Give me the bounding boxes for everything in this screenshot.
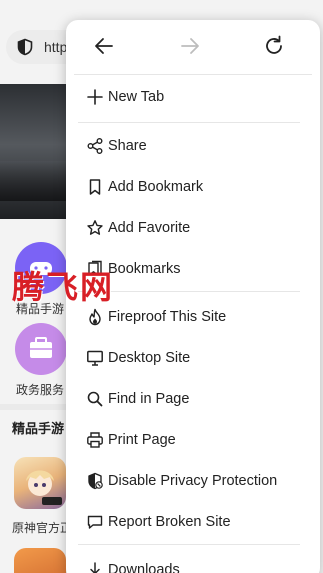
menu-divider xyxy=(74,74,312,75)
app-label-government: 政务服务 xyxy=(16,383,65,397)
menu-nav-row xyxy=(66,20,320,74)
menu-item-print-page[interactable]: Print Page xyxy=(66,420,320,460)
menu-item-label: Share xyxy=(108,138,147,154)
briefcase-app-icon[interactable] xyxy=(15,323,67,375)
game-icon-partial[interactable] xyxy=(14,548,66,573)
printer-icon xyxy=(86,431,104,449)
menu-item-label: Bookmarks xyxy=(108,261,181,277)
menu-item-desktop-site[interactable]: Desktop Site xyxy=(66,338,320,378)
game-label: 原神官方正 xyxy=(12,521,73,535)
menu-divider xyxy=(78,122,300,123)
shield-off-icon xyxy=(86,472,104,490)
genshin-game-icon[interactable] xyxy=(14,457,66,509)
menu-item-label: Downloads xyxy=(108,562,180,573)
arrow-left-icon[interactable] xyxy=(92,34,116,58)
arrow-right-icon[interactable] xyxy=(178,34,202,58)
search-icon xyxy=(86,390,104,408)
privacy-shield-icon[interactable] xyxy=(16,38,34,56)
menu-item-label: Add Bookmark xyxy=(108,179,204,195)
menu-item-report-broken-site[interactable]: Report Broken Site xyxy=(66,502,320,542)
menu-item-label: Add Favorite xyxy=(108,220,191,236)
menu-item-label: Print Page xyxy=(108,432,176,448)
plus-icon xyxy=(86,88,104,106)
menu-item-label: Report Broken Site xyxy=(108,514,231,530)
download-icon xyxy=(86,561,104,573)
menu-item-label: Find in Page xyxy=(108,391,190,407)
section-title: 精品手游 xyxy=(12,421,65,436)
menu-item-label: Disable Privacy Protection xyxy=(108,473,278,489)
star-icon xyxy=(86,219,104,237)
watermark-logo: 腾飞网 xyxy=(12,268,115,306)
chat-bubble-icon xyxy=(86,513,104,531)
share-icon xyxy=(86,137,104,155)
bookmark-icon xyxy=(86,178,104,196)
menu-item-label: Fireproof This Site xyxy=(108,309,227,325)
monitor-icon xyxy=(86,349,104,367)
menu-item-add-favorite[interactable]: Add Favorite xyxy=(66,208,320,248)
menu-item-label: New Tab xyxy=(108,89,165,105)
menu-item-share[interactable]: Share xyxy=(66,126,320,166)
menu-item-label: Desktop Site xyxy=(108,350,191,366)
menu-item-new-tab[interactable]: New Tab xyxy=(66,77,320,117)
menu-item-add-bookmark[interactable]: Add Bookmark xyxy=(66,167,320,207)
address-url-text: http xyxy=(44,39,68,55)
menu-divider xyxy=(78,544,300,545)
reload-icon[interactable] xyxy=(262,34,286,58)
fire-icon xyxy=(86,308,104,326)
menu-item-downloads[interactable]: Downloads xyxy=(66,550,320,573)
menu-item-find-in-page[interactable]: Find in Page xyxy=(66,379,320,419)
menu-item-disable-privacy-protection[interactable]: Disable Privacy Protection xyxy=(66,461,320,501)
